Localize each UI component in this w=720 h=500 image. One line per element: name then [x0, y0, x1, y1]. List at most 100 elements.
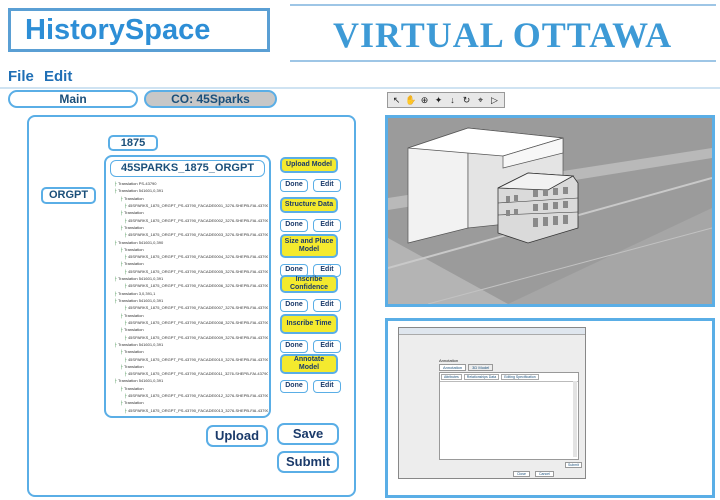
action-button-4[interactable]: Inscribe Confidence: [280, 275, 338, 293]
header-divider-top: [290, 4, 716, 6]
action-button-5[interactable]: Inscribe Time: [280, 314, 338, 334]
annotation-dialog: Annotation Annotation 3D Model Attribute…: [398, 327, 586, 479]
dialog-tab-model[interactable]: 3D Model: [468, 364, 494, 371]
tree-node[interactable]: ├ Translation 541601,0,391: [114, 378, 163, 383]
tree-node-label: 45SPARKS_1875_ORGPT_PS-43790_FACADE0011_…: [127, 371, 268, 377]
tree-node-label: Translation: [123, 210, 144, 216]
tree-node[interactable]: ├ 45SPARKS_1875_ORGPT_PS-43790_FACADE000…: [124, 283, 268, 288]
tree-node-label: 45SPARKS_1875_ORGPT_PS-43790_FACADE0003_…: [127, 232, 268, 238]
hand-icon[interactable]: ✋: [405, 95, 416, 106]
tree-node[interactable]: ├ Translation 541601,0,391: [114, 188, 163, 193]
dialog-ok-button[interactable]: Close: [513, 471, 530, 477]
play-icon[interactable]: ▷: [489, 95, 500, 106]
edit-button[interactable]: Edit: [313, 219, 341, 232]
tree-node[interactable]: ├ Translation: [120, 349, 144, 354]
tree-node[interactable]: ├ 45SPARKS_1875_ORGPT_PS-43790_FACADE001…: [124, 408, 268, 413]
tree-node-label: Translation 541601,0,391: [117, 276, 164, 282]
category-field[interactable]: ORGPT: [41, 187, 96, 204]
tree-node-label: 45SPARKS_1875_ORGPT_PS-43790_FACADE0002_…: [127, 217, 268, 223]
tree-node[interactable]: ├ Translation: [120, 386, 144, 391]
tree-node[interactable]: ├ Translation: [120, 313, 144, 318]
menu-file[interactable]: File: [8, 68, 34, 85]
tree-node[interactable]: ├ Translation: [120, 364, 144, 369]
tree-node[interactable]: ├ 45SPARKS_1875_ORGPT_PS-43790_FACADE000…: [124, 269, 268, 274]
menu-edit[interactable]: Edit: [44, 68, 72, 85]
edit-button[interactable]: Edit: [313, 179, 341, 192]
action-button-1[interactable]: Upload Model: [280, 157, 338, 173]
tree-node[interactable]: ├ 45SPARKS_1875_ORGPT_PS-43790_FACADE001…: [124, 393, 268, 398]
edit-button[interactable]: Edit: [313, 380, 341, 393]
dialog-title: Annotation: [439, 358, 459, 363]
tree-node[interactable]: ├ 45SPARKS_1875_ORGPT_PS-43790_FACADE000…: [124, 320, 268, 325]
done-button[interactable]: Done: [280, 219, 308, 232]
subtab-relationships[interactable]: Relationships Data: [463, 374, 500, 380]
tree-node-label: Translation 541601,0,391: [117, 188, 164, 194]
tree-node[interactable]: ├ Translation 541601,0,391: [114, 342, 163, 347]
tree-node-label: 45SPARKS_1875_ORGPT_PS-43790_FACADE0005_…: [127, 268, 268, 274]
rotate-icon[interactable]: ↻: [461, 95, 472, 106]
tree-node-label: 45SPARKS_1875_ORGPT_PS-43790_FACADE0006_…: [127, 283, 268, 289]
tree-node[interactable]: ├ 45SPARKS_1875_ORGPT_PS-43790_FACADE001…: [124, 371, 268, 376]
dialog-tab-annotation[interactable]: Annotation: [439, 364, 467, 371]
zoom-icon[interactable]: ⌖: [475, 95, 486, 106]
pan-icon[interactable]: ✦: [433, 95, 444, 106]
tree-node[interactable]: ├ Translation: [120, 247, 144, 252]
tree-node-label: Translation: [123, 246, 144, 252]
menu-divider: [0, 87, 720, 89]
tree-node[interactable]: ├ Translation: [120, 400, 144, 405]
tree-node-label: Translation: [123, 363, 144, 369]
action-button-3[interactable]: Size and Place Model: [280, 234, 338, 258]
upload-button[interactable]: Upload: [206, 425, 268, 447]
tree-node[interactable]: ├ Translation: [120, 210, 144, 215]
subtab-attributes[interactable]: Attributes: [441, 374, 462, 380]
tree-node[interactable]: ├ 45SPARKS_1875_ORGPT_PS-43790_FACADE000…: [124, 203, 268, 208]
view-toolbar: ↖ ✋ ⊕ ✦ ↓ ↻ ⌖ ▷: [387, 92, 505, 108]
tree-node[interactable]: ├ Translation: [120, 327, 144, 332]
dialog-apply-button[interactable]: Submit: [565, 462, 582, 468]
edit-button[interactable]: Edit: [313, 299, 341, 312]
tree-node[interactable]: ├ 45SPARKS_1875_ORGPT_PS-43790_FACADE000…: [124, 305, 268, 310]
tree-node-label: Translation 3,0,391,1: [117, 290, 156, 296]
action-button-6[interactable]: Annotate Model: [280, 354, 338, 374]
action-button-2[interactable]: Structure Data: [280, 197, 338, 213]
model-tree[interactable]: ├ Translation PS-43790 ├ Translation 5416…: [110, 181, 268, 415]
year-field[interactable]: 1875: [108, 135, 158, 151]
done-button[interactable]: Done: [280, 380, 308, 393]
tree-node[interactable]: ├ 45SPARKS_1875_ORGPT_PS-43790_FACADE000…: [124, 254, 268, 259]
tree-node[interactable]: ├ Translation 541601,0,391: [114, 276, 163, 281]
walk-icon[interactable]: ↓: [447, 95, 458, 106]
dialog-body: Attributes Relationships Data Editing Sp…: [439, 372, 579, 460]
tree-node[interactable]: ├ 45SPARKS_1875_ORGPT_PS-43790_FACADE000…: [124, 218, 268, 223]
done-button[interactable]: Done: [280, 179, 308, 192]
tree-node[interactable]: ├ Translation 3,0,391,1: [114, 291, 155, 296]
tree-node-label: Translation: [123, 261, 144, 267]
dialog-scrollbar[interactable]: [573, 381, 577, 457]
submit-button[interactable]: Submit: [277, 451, 339, 473]
tab-co[interactable]: CO: 45Sparks: [144, 90, 277, 108]
save-button[interactable]: Save: [277, 423, 339, 445]
tree-node[interactable]: ├ Translation: [120, 261, 144, 266]
orbit-icon[interactable]: ⊕: [419, 95, 430, 106]
edit-button[interactable]: Edit: [313, 340, 341, 353]
tree-node-label: Translation 541601,0,391: [117, 341, 164, 347]
tab-main[interactable]: Main: [8, 90, 138, 108]
tree-node[interactable]: ├ Translation 541601,0,390: [114, 240, 163, 245]
tree-node-label: 45SPARKS_1875_ORGPT_PS-43790_FACADE0004_…: [127, 254, 268, 260]
viewport-3d[interactable]: [385, 115, 715, 307]
tree-node-label: Translation 541601,0,390: [117, 239, 164, 245]
dialog-cancel-button[interactable]: Cancel: [535, 471, 554, 477]
tree-node[interactable]: ├ 45SPARKS_1875_ORGPT_PS-43790_FACADE001…: [124, 357, 268, 362]
tree-node[interactable]: ├ Translation 541601,0,391: [114, 298, 163, 303]
tree-node[interactable]: ├ 45SPARKS_1875_ORGPT_PS-43790_FACADE000…: [124, 335, 268, 340]
tree-node[interactable]: ├ Translation PS-43790: [114, 181, 157, 186]
done-button[interactable]: Done: [280, 299, 308, 312]
tree-node[interactable]: ├ Translation: [120, 196, 144, 201]
tree-node[interactable]: ├ 45SPARKS_1875_ORGPT_PS-43790_FACADE000…: [124, 232, 268, 237]
select-arrow-icon[interactable]: ↖: [391, 95, 402, 106]
tree-node-label: 45SPARKS_1875_ORGPT_PS-43790_FACADE0007_…: [127, 305, 268, 311]
tree-node[interactable]: ├ Translation: [120, 225, 144, 230]
brand-title: VIRTUAL OTTAWA: [333, 15, 673, 55]
subtab-editing[interactable]: Editing Specification: [501, 374, 539, 380]
done-button[interactable]: Done: [280, 340, 308, 353]
scene-render: [387, 118, 713, 305]
